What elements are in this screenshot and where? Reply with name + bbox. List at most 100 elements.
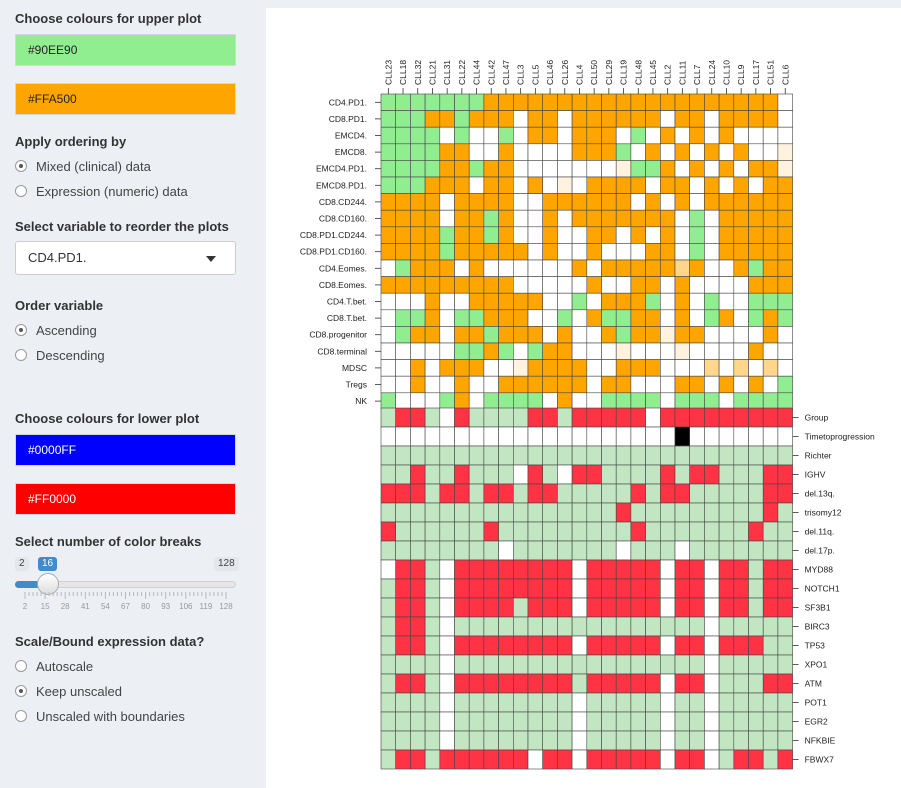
slider-max-label: 128	[214, 557, 239, 571]
column-label: CLL48	[633, 60, 643, 85]
upper-heatmap-cell	[748, 176, 764, 194]
lower-heatmap-cell	[454, 749, 470, 770]
upper-heatmap-cell	[557, 176, 573, 194]
upper-color-2-input[interactable]: #FFA500	[15, 83, 236, 115]
upper-heatmap-cell	[557, 276, 573, 294]
order-radio-ascending[interactable]: Ascending	[15, 320, 97, 340]
lower-heatmap-cell	[527, 616, 543, 637]
upper-heatmap-cell	[454, 160, 470, 178]
reorder-variable-select[interactable]: CD4.PD1.	[15, 241, 236, 275]
upper-heatmap-cell	[748, 375, 764, 394]
lower-heatmap-cell	[498, 654, 514, 675]
upper-row-label: CD4.T.bet.	[327, 297, 367, 307]
lower-heatmap-cell	[454, 616, 470, 637]
upper-heatmap-cell	[439, 176, 455, 194]
lower-heatmap-cell	[483, 635, 499, 656]
lower-heatmap-cell	[674, 616, 690, 637]
lower-heatmap-cell	[748, 654, 764, 675]
upper-heatmap-cell	[483, 110, 499, 128]
lower-heatmap-cell	[468, 597, 485, 618]
order-radio-descending[interactable]: Descending	[15, 345, 105, 365]
lower-heatmap-cell	[424, 616, 441, 637]
lower-heatmap-cell	[498, 578, 514, 599]
upper-heatmap-cell	[410, 160, 426, 178]
lower-heatmap-cell	[395, 483, 411, 504]
upper-heatmap-cell	[527, 126, 543, 145]
lower-heatmap-cell	[483, 426, 499, 447]
column-label: CLL3	[516, 64, 526, 85]
lower-heatmap-cell	[454, 730, 470, 751]
upper-heatmap-cell	[439, 160, 455, 178]
scale-radio-keep-unscaled[interactable]: Keep unscaled	[15, 681, 122, 701]
upper-heatmap-cell	[704, 226, 720, 244]
upper-heatmap-cell	[571, 126, 588, 145]
lower-heatmap-cell	[395, 673, 411, 694]
upper-heatmap-cell	[439, 292, 455, 311]
ordering-radio-expression[interactable]: Expression (numeric) data	[15, 181, 188, 201]
lower-heatmap-cell	[498, 407, 514, 428]
upper-heatmap-cell	[498, 392, 514, 410]
lower-heatmap-cell	[395, 540, 411, 561]
lower-heatmap-cell	[424, 578, 441, 599]
lower-heatmap-cell	[513, 711, 529, 732]
lower-color-1-input[interactable]: #0000FF	[15, 434, 236, 466]
upper-heatmap-cell	[424, 276, 441, 294]
upper-heatmap-cell	[777, 193, 793, 211]
upper-heatmap-cell	[454, 375, 470, 394]
upper-heatmap-cell	[571, 392, 588, 410]
lower-heatmap-cell	[630, 597, 646, 618]
upper-heatmap-cell	[454, 193, 470, 211]
lower-color-2-input[interactable]: #FF0000	[15, 483, 236, 515]
lower-heatmap-cell	[527, 445, 543, 466]
lower-heatmap-cell	[513, 692, 529, 713]
lower-heatmap-cell	[513, 749, 529, 770]
upper-row-label: CD8.CD160.	[319, 214, 367, 224]
lower-heatmap-cell	[410, 502, 426, 523]
lower-heatmap-cell	[674, 692, 690, 713]
upper-heatmap-cell	[704, 176, 720, 194]
lower-heatmap-cell	[542, 559, 558, 580]
upper-heatmap-cell	[498, 375, 514, 394]
scale-radio-unscaled-boundaries[interactable]: Unscaled with boundaries	[15, 706, 185, 726]
lower-heatmap-cell	[586, 464, 602, 485]
upper-color-1-input[interactable]: #90EE90	[15, 34, 236, 66]
lower-heatmap-cell	[410, 692, 426, 713]
lower-heatmap-cell	[410, 426, 426, 447]
lower-heatmap-cell	[762, 673, 779, 694]
upper-heatmap-cell	[748, 243, 764, 261]
lower-heatmap-cell	[424, 597, 441, 618]
lower-heatmap-cell	[380, 426, 396, 447]
upper-heatmap-cell	[748, 359, 764, 377]
lower-heatmap-cell	[513, 521, 529, 542]
upper-heatmap-cell	[483, 209, 499, 228]
lower-heatmap-cell	[689, 673, 705, 694]
lower-heatmap-cell	[733, 521, 749, 542]
lower-heatmap-cell	[674, 711, 690, 732]
upper-heatmap-cell	[689, 259, 705, 277]
upper-heatmap-cell	[557, 292, 573, 311]
upper-heatmap-cell	[630, 375, 646, 394]
lower-heatmap-cell	[645, 711, 661, 732]
upper-heatmap-cell	[395, 359, 411, 377]
upper-heatmap-cell	[380, 193, 396, 211]
lower-heatmap-cell	[483, 730, 499, 751]
upper-row-label: CD8.CD244.	[319, 197, 367, 207]
lower-heatmap-cell	[762, 597, 779, 618]
lower-heatmap-cell	[557, 749, 573, 770]
scale-radio-autoscale[interactable]: Autoscale	[15, 656, 93, 676]
lower-heatmap-cell	[571, 464, 588, 485]
lower-heatmap-cell	[468, 445, 485, 466]
upper-heatmap-cell	[557, 126, 573, 145]
upper-heatmap-cell	[557, 326, 573, 344]
upper-heatmap-cell	[439, 326, 455, 344]
lower-heatmap-cell	[513, 730, 529, 751]
lower-heatmap-cell	[542, 502, 558, 523]
lower-heatmap-cell	[718, 749, 735, 770]
upper-heatmap-cell	[601, 326, 617, 344]
lower-heatmap-cell	[527, 502, 543, 523]
upper-heatmap-cell	[498, 309, 514, 327]
upper-heatmap-cell	[777, 259, 793, 277]
scale-label: Scale/Bound expression data?	[15, 634, 205, 649]
ordering-radio-mixed[interactable]: Mixed (clinical) data	[15, 156, 151, 176]
upper-heatmap-cell	[777, 276, 793, 294]
